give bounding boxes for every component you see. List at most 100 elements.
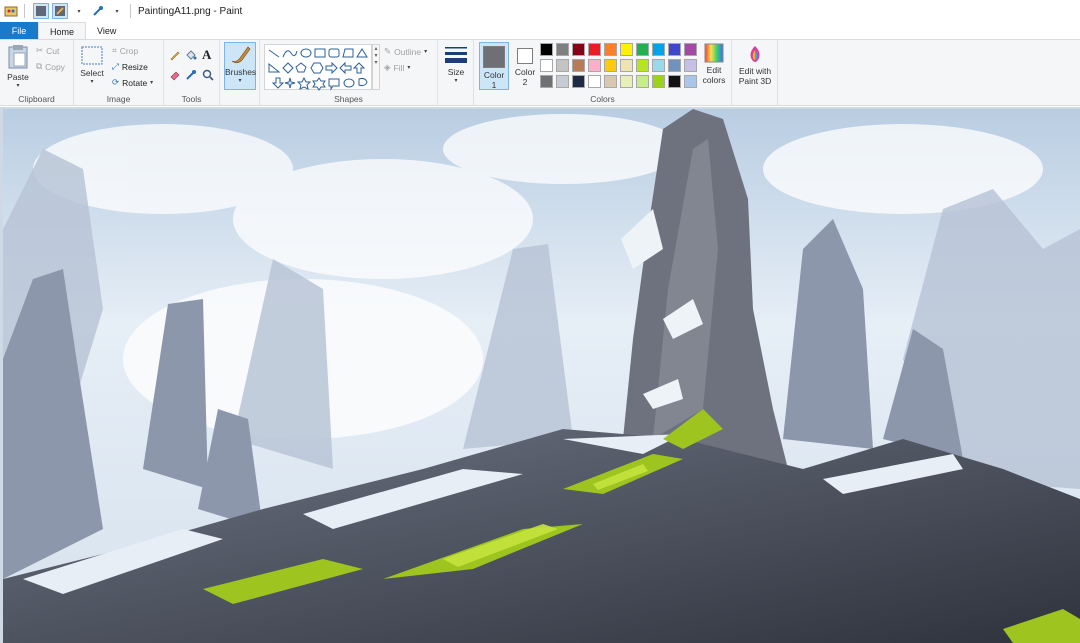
palette-swatch[interactable] bbox=[652, 75, 665, 88]
rotate-icon: ⟳ bbox=[112, 77, 120, 87]
palette-swatch[interactable] bbox=[652, 59, 665, 72]
resize-button[interactable]: ⤢ Resize bbox=[112, 61, 148, 72]
scissors-icon: ✂ bbox=[36, 45, 44, 55]
paint3d-group: Edit with Paint 3D bbox=[732, 40, 778, 106]
customize-toolbar-icon[interactable]: ▾ bbox=[109, 3, 125, 19]
chevron-down-icon: ▾ bbox=[238, 78, 242, 84]
fill-bucket-icon[interactable] bbox=[185, 49, 197, 61]
color2-swatch bbox=[517, 48, 533, 64]
colors-group-label: Colors bbox=[590, 94, 615, 104]
text-tool-icon[interactable]: A bbox=[202, 47, 211, 63]
palette-swatch[interactable] bbox=[556, 75, 569, 88]
rotate-button[interactable]: ⟳ Rotate ▾ bbox=[112, 77, 153, 88]
copy-button[interactable]: ⧉ Copy bbox=[36, 61, 65, 72]
palette-swatch[interactable] bbox=[588, 59, 601, 72]
copy-label: Copy bbox=[45, 61, 65, 72]
paste-button[interactable]: Paste ▾ bbox=[4, 44, 32, 89]
copy-icon: ⧉ bbox=[36, 61, 43, 71]
edit-colors-line2: colors bbox=[702, 75, 726, 85]
shapes-gallery-icons bbox=[268, 48, 368, 91]
palette-swatch[interactable] bbox=[540, 75, 553, 88]
paint3d-icon bbox=[750, 46, 760, 62]
color1-label-line2: 1 bbox=[491, 80, 497, 90]
palette-swatch[interactable] bbox=[684, 59, 697, 72]
color1-button[interactable]: Color 1 bbox=[479, 42, 509, 90]
brush-qa-icon[interactable] bbox=[52, 3, 68, 19]
chevron-down-icon: ▾ bbox=[90, 79, 94, 85]
palette-swatch[interactable] bbox=[652, 43, 665, 56]
shapes-gallery[interactable] bbox=[264, 44, 372, 91]
palette-swatch[interactable] bbox=[556, 43, 569, 56]
palette-swatch[interactable] bbox=[620, 75, 633, 88]
outline-button[interactable]: ✎ Outline ▾ bbox=[384, 46, 427, 57]
dropdown-chevron-icon[interactable]: ▾ bbox=[71, 3, 87, 19]
palette-swatch[interactable] bbox=[572, 75, 585, 88]
palette-swatch[interactable] bbox=[588, 43, 601, 56]
palette-swatch[interactable] bbox=[636, 43, 649, 56]
palette-swatch[interactable] bbox=[540, 59, 553, 72]
color1-label-line1: Color bbox=[483, 70, 505, 80]
brushes-group: Brushes ▾ bbox=[220, 40, 260, 106]
colors-group: Color 1 Color 2 Edit colors Colors bbox=[474, 40, 732, 106]
palette-swatch[interactable] bbox=[668, 59, 681, 72]
eraser-icon[interactable] bbox=[169, 69, 181, 81]
palette-swatch[interactable] bbox=[540, 43, 553, 56]
quick-access-toolbar: ▾ ▾ bbox=[0, 0, 136, 22]
tools-group: A Tools bbox=[164, 40, 220, 106]
palette-swatch[interactable] bbox=[620, 43, 633, 56]
palette-swatch[interactable] bbox=[556, 59, 569, 72]
size-button[interactable]: Size ▾ bbox=[442, 45, 470, 84]
palette-swatch[interactable] bbox=[668, 43, 681, 56]
size-group: Size ▾ bbox=[438, 40, 474, 106]
palette-swatch[interactable] bbox=[604, 75, 617, 88]
color2-button[interactable]: Color 2 bbox=[511, 42, 539, 90]
fill-icon: ◈ bbox=[384, 62, 391, 72]
palette-swatch[interactable] bbox=[636, 75, 649, 88]
line-size-icon bbox=[445, 47, 467, 63]
color-picker-icon[interactable] bbox=[185, 69, 197, 81]
eyedropper-qa-icon[interactable] bbox=[90, 3, 106, 19]
palette-swatch[interactable] bbox=[572, 59, 585, 72]
color-palette bbox=[540, 43, 700, 93]
color2-label-line1: Color bbox=[514, 67, 536, 77]
palette-swatch[interactable] bbox=[604, 59, 617, 72]
brushes-button[interactable]: Brushes ▾ bbox=[224, 42, 256, 90]
fill-button[interactable]: ◈ Fill ▾ bbox=[384, 62, 410, 73]
clipboard-group: Paste ▾ ✂ Cut ⧉ Copy Clipboard bbox=[0, 40, 74, 106]
painting-canvas[interactable] bbox=[3, 109, 1080, 643]
chevron-down-icon: ▾ bbox=[454, 78, 458, 84]
select-button[interactable]: Select ▾ bbox=[79, 46, 105, 85]
ribbon-tabs: File Home View bbox=[0, 22, 1080, 41]
chevron-down-icon: ▾ bbox=[16, 83, 20, 89]
palette-swatch[interactable] bbox=[572, 43, 585, 56]
tab-view[interactable]: View bbox=[86, 22, 127, 40]
tools-group-label: Tools bbox=[181, 94, 202, 104]
image-group-label: Image bbox=[106, 94, 131, 104]
pencil-icon[interactable] bbox=[169, 49, 181, 61]
paint3d-label-line1: Edit with bbox=[738, 66, 772, 76]
shapes-scrollbar[interactable]: ▴ ▾ ▾ bbox=[372, 44, 380, 90]
outline-icon: ✎ bbox=[384, 46, 392, 56]
cut-label: Cut bbox=[46, 45, 60, 56]
magnifier-icon[interactable] bbox=[202, 69, 214, 81]
palette-swatch[interactable] bbox=[620, 59, 633, 72]
palette-swatch[interactable] bbox=[668, 75, 681, 88]
chevron-down-icon: ▾ bbox=[407, 65, 411, 71]
palette-swatch[interactable] bbox=[588, 75, 601, 88]
edit-colors-button[interactable]: Edit colors bbox=[699, 42, 729, 85]
palette-swatch[interactable] bbox=[604, 43, 617, 56]
edit-with-paint3d-button[interactable]: Edit with Paint 3D bbox=[735, 44, 775, 86]
cut-button[interactable]: ✂ Cut bbox=[36, 45, 59, 56]
ribbon: Paste ▾ ✂ Cut ⧉ Copy Clipboard Select ▾ … bbox=[0, 39, 1080, 106]
palette-swatch[interactable] bbox=[684, 43, 697, 56]
paint-app-icon[interactable] bbox=[3, 3, 19, 19]
window-title: PaintingA11.png - Paint bbox=[138, 5, 243, 17]
color-picker-qa-icon[interactable] bbox=[33, 3, 49, 19]
canvas-workspace[interactable] bbox=[0, 107, 1080, 643]
title-bar: ▾ ▾ PaintingA11.png - Paint bbox=[0, 0, 1080, 22]
divider bbox=[24, 4, 25, 18]
crop-button[interactable]: ⌗ Crop bbox=[112, 45, 138, 56]
palette-swatch[interactable] bbox=[636, 59, 649, 72]
palette-swatch[interactable] bbox=[684, 75, 697, 88]
tab-file[interactable]: File bbox=[0, 22, 38, 40]
